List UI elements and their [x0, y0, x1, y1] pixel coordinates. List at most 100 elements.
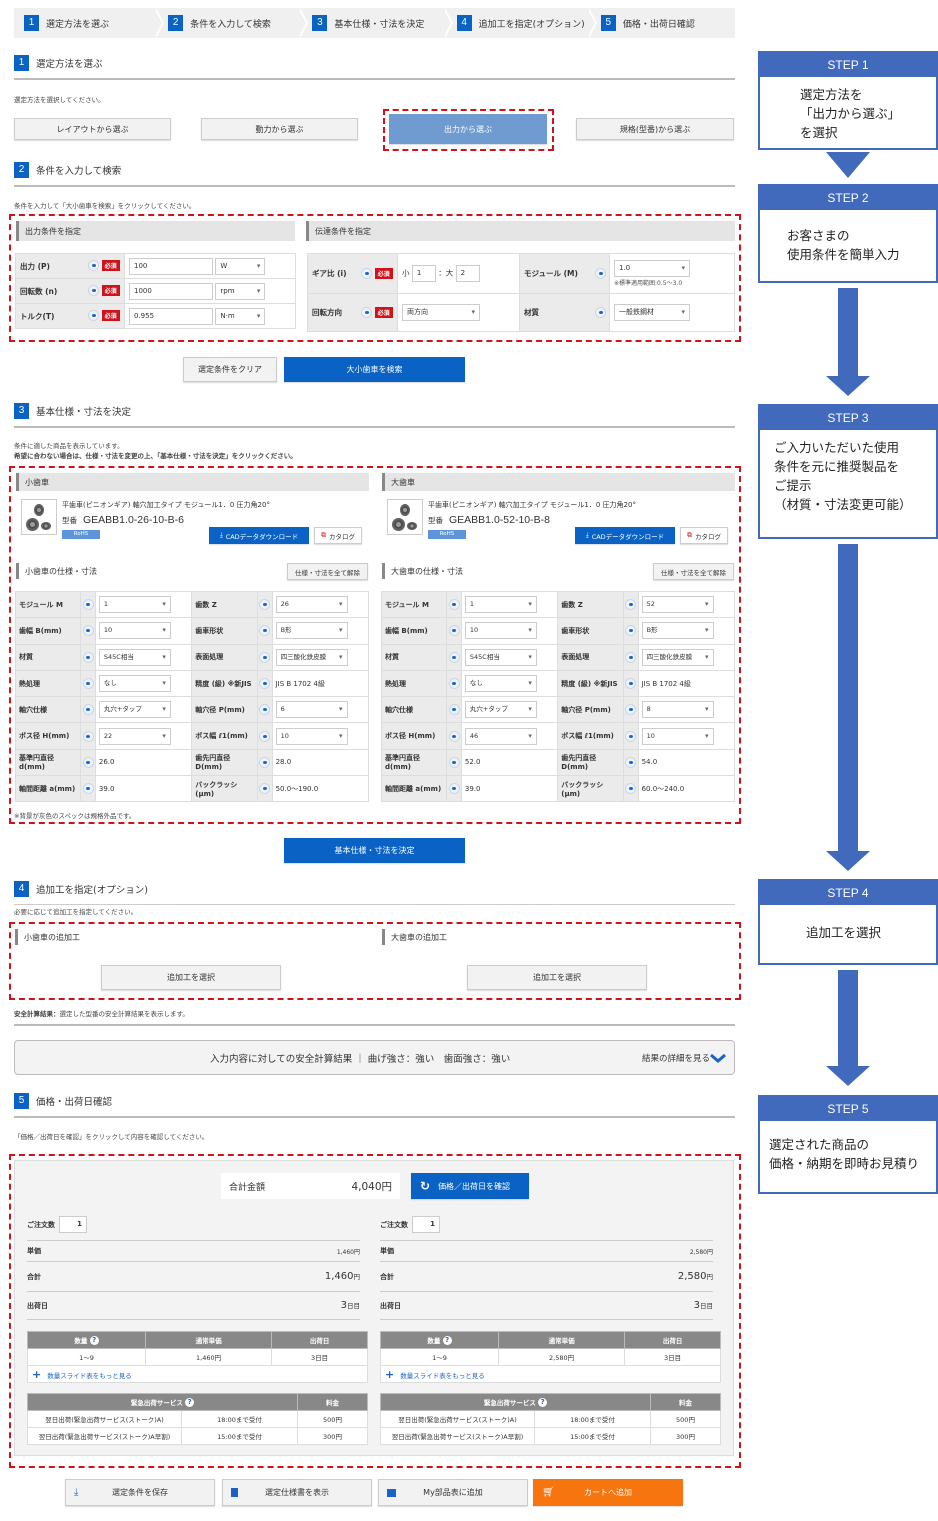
eye-icon[interactable]: [82, 599, 94, 611]
eye-icon[interactable]: [448, 599, 460, 611]
eye-icon[interactable]: [625, 599, 637, 611]
help-icon[interactable]: ?: [89, 1336, 99, 1346]
search-gears-button[interactable]: 大小歯車を検索: [284, 357, 465, 382]
spec-select[interactable]: 丸穴+タップ: [98, 701, 171, 719]
eye-icon[interactable]: [625, 704, 637, 716]
add-to-parts-list-button[interactable]: My部品表に追加: [378, 1479, 528, 1506]
clear-all-specs-button[interactable]: 仕様・寸法を全て解除: [653, 563, 734, 580]
decide-spec-button[interactable]: 基本仕様・寸法を決定: [284, 838, 465, 863]
eye-icon[interactable]: [259, 625, 271, 637]
clear-conditions-button[interactable]: 選定条件をクリア: [183, 357, 277, 382]
eye-icon[interactable]: [625, 730, 637, 742]
eye-icon[interactable]: [259, 756, 271, 768]
progress-step-1[interactable]: 1 選定方法を選ぶ: [14, 8, 165, 38]
eye-icon[interactable]: [82, 678, 94, 690]
rotation-select[interactable]: 両方向: [402, 304, 480, 321]
speed-input[interactable]: 1000: [129, 282, 213, 300]
eye-icon[interactable]: [448, 625, 460, 637]
eye-icon[interactable]: [625, 678, 637, 690]
eye-icon[interactable]: [82, 756, 94, 768]
eye-icon[interactable]: [259, 730, 271, 742]
eye-icon[interactable]: [88, 310, 99, 321]
eye-icon[interactable]: [82, 625, 94, 637]
small-gear-machining-button[interactable]: 追加工を選択: [101, 965, 281, 990]
safety-result-bar[interactable]: 入力内容に対しての安全計算結果 ｜ 曲げ強さ：強い 歯面強さ：強い 結果の詳細を…: [14, 1040, 735, 1075]
catalog-button[interactable]: ⧉ カタログ: [680, 527, 728, 544]
safety-details-link[interactable]: 結果の詳細を見る: [642, 1052, 726, 1064]
spec-select[interactable]: 10: [464, 622, 537, 640]
eye-icon[interactable]: [625, 651, 637, 663]
spec-select[interactable]: なし: [98, 675, 171, 693]
spec-select[interactable]: 四三酸化鉄皮膜: [275, 648, 348, 666]
spec-select[interactable]: B形: [641, 622, 714, 640]
eye-icon[interactable]: [361, 268, 372, 279]
more-volume-link[interactable]: + 数量スライド表をもっと見る: [27, 1365, 368, 1383]
eye-icon[interactable]: [259, 704, 271, 716]
gear-ratio-large-input[interactable]: 2: [455, 265, 480, 282]
eye-icon[interactable]: [259, 651, 271, 663]
torque-input[interactable]: 0.955: [129, 307, 213, 325]
spec-select[interactable]: 10: [98, 622, 171, 640]
catalog-button[interactable]: ⧉ カタログ: [314, 527, 362, 544]
cad-download-button[interactable]: ⤓ CADデータダウンロード: [209, 527, 309, 544]
eye-icon[interactable]: [361, 307, 372, 318]
eye-icon[interactable]: [448, 651, 460, 663]
select-by-layout-button[interactable]: レイアウトから選ぶ: [14, 118, 171, 140]
spec-select[interactable]: S45C相当: [464, 648, 537, 666]
material-select[interactable]: 一般鉄鋼材: [614, 304, 690, 321]
spec-select[interactable]: 52: [641, 596, 714, 614]
eye-icon[interactable]: [595, 268, 606, 279]
spec-select[interactable]: 1: [464, 596, 537, 614]
eye-icon[interactable]: [88, 260, 99, 271]
eye-icon[interactable]: [82, 783, 94, 795]
spec-select[interactable]: 10: [641, 727, 714, 745]
eye-icon[interactable]: [625, 783, 637, 795]
eye-icon[interactable]: [259, 599, 271, 611]
speed-unit-select[interactable]: rpm: [215, 282, 266, 300]
spec-select[interactable]: 四三酸化鉄皮膜: [641, 648, 714, 666]
spec-select[interactable]: 1: [98, 596, 171, 614]
select-by-output-button[interactable]: 出力から選ぶ: [389, 114, 547, 144]
gear-ratio-small-input[interactable]: 1: [411, 265, 436, 282]
eye-icon[interactable]: [259, 678, 271, 690]
eye-icon[interactable]: [595, 307, 606, 318]
spec-select[interactable]: B形: [275, 622, 348, 640]
more-volume-link[interactable]: + 数量スライド表をもっと見る: [380, 1365, 721, 1383]
eye-icon[interactable]: [82, 651, 94, 663]
eye-icon[interactable]: [448, 783, 460, 795]
progress-step-2[interactable]: 2 条件を入力して検索: [158, 8, 309, 38]
spec-select[interactable]: 22: [98, 727, 171, 745]
progress-step-5[interactable]: 5 価格・出荷日確認: [591, 8, 735, 38]
progress-step-4[interactable]: 4 追加工を指定(オプション): [447, 8, 598, 38]
progress-step-3[interactable]: 3 基本仕様・寸法を決定: [302, 8, 453, 38]
eye-icon[interactable]: [448, 678, 460, 690]
select-by-power-button[interactable]: 動力から選ぶ: [201, 118, 358, 140]
module-select[interactable]: 1.0: [614, 260, 690, 277]
eye-icon[interactable]: [259, 783, 271, 795]
add-to-cart-button[interactable]: 🛒︎ カートへ追加: [533, 1479, 683, 1506]
spec-select[interactable]: 46: [464, 727, 537, 745]
save-conditions-button[interactable]: ⤓ 選定条件を保存: [65, 1479, 215, 1506]
torque-unit-select[interactable]: N·m: [215, 307, 266, 325]
eye-icon[interactable]: [448, 704, 460, 716]
order-qty-input[interactable]: 1: [59, 1216, 87, 1233]
spec-select[interactable]: 6: [275, 701, 348, 719]
confirm-price-button[interactable]: ↻ 価格／出荷日を確認: [411, 1173, 529, 1199]
eye-icon[interactable]: [448, 756, 460, 768]
large-gear-machining-button[interactable]: 追加工を選択: [467, 965, 647, 990]
spec-select[interactable]: なし: [464, 675, 537, 693]
output-input[interactable]: 100: [129, 257, 213, 275]
output-unit-select[interactable]: W: [215, 257, 266, 275]
spec-select[interactable]: 10: [275, 727, 348, 745]
spec-select[interactable]: 丸穴+タップ: [464, 701, 537, 719]
help-icon[interactable]: ?: [442, 1336, 452, 1346]
order-qty-input[interactable]: 1: [412, 1216, 440, 1233]
eye-icon[interactable]: [82, 704, 94, 716]
spec-select[interactable]: 8: [641, 701, 714, 719]
cad-download-button[interactable]: ⤓ CADデータダウンロード: [575, 527, 675, 544]
help-icon[interactable]: ?: [185, 1398, 195, 1408]
eye-icon[interactable]: [625, 756, 637, 768]
clear-all-specs-button[interactable]: 仕様・寸法を全て解除: [287, 563, 368, 580]
select-by-standard-button[interactable]: 規格(型番)から選ぶ: [576, 118, 734, 140]
show-spec-sheet-button[interactable]: 選定仕様書を表示: [222, 1479, 372, 1506]
